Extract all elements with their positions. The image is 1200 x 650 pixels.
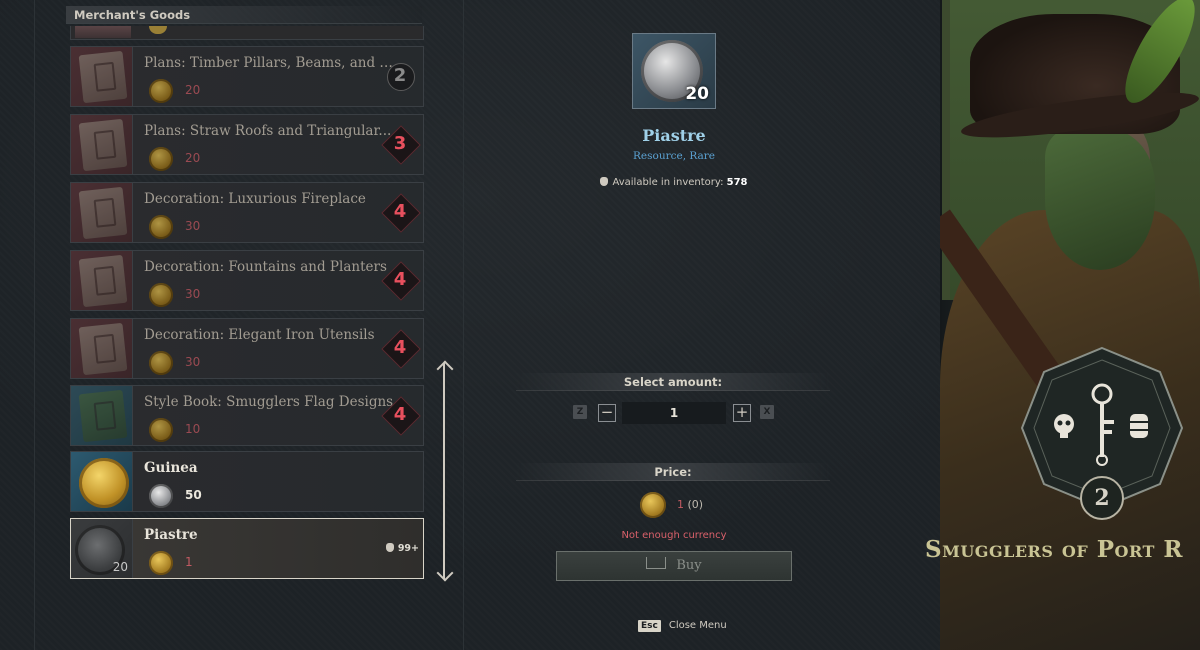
buy-label: Buy bbox=[676, 558, 702, 573]
gold-coin-icon bbox=[149, 551, 173, 575]
cost-text: 1 (0) bbox=[677, 498, 703, 511]
detail-icon-count: 20 bbox=[685, 84, 709, 104]
list-item[interactable]: Plans: Timber Pillars, Beams, and F... 2… bbox=[70, 46, 424, 107]
list-item[interactable]: Style Book: Smugglers Flag Designs 10 4 bbox=[70, 385, 424, 446]
increase-button[interactable]: + bbox=[733, 404, 751, 422]
scrollbar[interactable] bbox=[443, 363, 445, 579]
esc-key: Esc bbox=[638, 620, 661, 632]
rank-badge: 3 bbox=[385, 129, 415, 159]
rank-badge: 2 bbox=[385, 61, 415, 91]
cost-value: 1 bbox=[677, 498, 684, 511]
list-item[interactable]: Plans: Straw Roofs and Triangular... 20 … bbox=[70, 114, 424, 175]
silver-coin-icon bbox=[149, 484, 173, 508]
item-name: Guinea bbox=[144, 460, 198, 476]
item-price: 50 bbox=[185, 488, 202, 502]
decrease-button[interactable]: − bbox=[598, 404, 616, 422]
amount-input[interactable]: 1 bbox=[622, 402, 726, 424]
item-thumbnail bbox=[71, 115, 133, 174]
inventory-value: 578 bbox=[726, 177, 748, 188]
gold-coin-icon bbox=[149, 351, 173, 375]
list-item-partial[interactable] bbox=[70, 26, 424, 40]
item-thumbnail bbox=[71, 452, 133, 511]
item-name: Plans: Straw Roofs and Triangular... bbox=[144, 123, 392, 139]
rank-badge: 4 bbox=[385, 265, 415, 295]
item-thumbnail: 20 bbox=[71, 519, 133, 578]
gold-coin-icon bbox=[149, 215, 173, 239]
thumbnail-count: 20 bbox=[112, 560, 128, 574]
detail-title: Piastre bbox=[642, 126, 706, 145]
gold-coin-icon bbox=[149, 79, 173, 103]
warning-text: Not enough currency bbox=[621, 530, 727, 541]
item-price: 10 bbox=[185, 422, 201, 436]
item-price: 20 bbox=[185, 83, 201, 97]
close-menu-hint[interactable]: Esc Close Menu bbox=[638, 620, 727, 632]
bag-icon bbox=[600, 177, 609, 186]
decrease-keybind: Z bbox=[573, 405, 587, 419]
item-name: Decoration: Fountains and Planters bbox=[144, 259, 387, 275]
decoration-icon bbox=[78, 254, 128, 308]
portrait-mask bbox=[1045, 130, 1155, 270]
item-name: Plans: Timber Pillars, Beams, and F... bbox=[144, 55, 394, 71]
list-item-selected[interactable]: 20 Piastre 1 99+ bbox=[70, 518, 424, 579]
owned-value: (0) bbox=[687, 498, 704, 511]
bag-icon bbox=[385, 543, 394, 552]
item-thumbnail bbox=[71, 319, 133, 378]
barrel-icon bbox=[1130, 414, 1148, 438]
inventory-line: Available in inventory: 578 bbox=[540, 177, 808, 188]
item-thumbnail bbox=[75, 26, 131, 38]
item-thumbnail bbox=[71, 251, 133, 310]
item-price: 30 bbox=[185, 355, 201, 369]
list-item[interactable]: Decoration: Fountains and Planters 30 4 bbox=[70, 250, 424, 311]
rank-badge: 4 bbox=[385, 400, 415, 430]
item-name: Style Book: Smugglers Flag Designs bbox=[144, 394, 394, 410]
buy-button[interactable]: Buy bbox=[556, 551, 792, 581]
decoration-icon bbox=[78, 322, 128, 376]
guinea-coin-icon bbox=[79, 458, 129, 508]
decoration-icon bbox=[78, 186, 128, 240]
gold-coin-icon bbox=[149, 418, 173, 442]
stock-indicator: 99+ bbox=[385, 543, 419, 554]
shop-header: Merchant's Goods bbox=[66, 6, 422, 24]
increase-keybind: X bbox=[760, 405, 774, 419]
item-price: 20 bbox=[185, 151, 201, 165]
item-thumbnail bbox=[71, 183, 133, 242]
item-price: 1 bbox=[185, 555, 193, 569]
flag-book-icon bbox=[78, 389, 128, 443]
inventory-label: Available in inventory: bbox=[612, 177, 724, 188]
rank-badge: 4 bbox=[385, 333, 415, 363]
stock-value: 99+ bbox=[397, 543, 419, 554]
plans-icon bbox=[78, 50, 128, 104]
item-name: Piastre bbox=[144, 527, 198, 543]
amount-header: Select amount: bbox=[516, 373, 830, 391]
detail-item-icon: 20 bbox=[632, 33, 716, 109]
gold-coin-icon bbox=[640, 492, 666, 518]
item-thumbnail bbox=[71, 386, 133, 445]
item-thumbnail bbox=[71, 47, 133, 106]
faction-name: Smugglers of Port R bbox=[925, 536, 1183, 563]
item-name: Decoration: Luxurious Fireplace bbox=[144, 191, 366, 207]
rank-badge: 4 bbox=[385, 197, 415, 227]
item-name: Decoration: Elegant Iron Utensils bbox=[144, 327, 375, 343]
faction-level-badge: 2 bbox=[1080, 476, 1124, 520]
price-header: Price: bbox=[516, 463, 830, 481]
list-item[interactable]: Decoration: Luxurious Fireplace 30 4 bbox=[70, 182, 424, 243]
plans-icon bbox=[78, 118, 128, 172]
gold-coin-icon bbox=[149, 26, 167, 34]
list-item[interactable]: Decoration: Elegant Iron Utensils 30 4 bbox=[70, 318, 424, 379]
item-price: 30 bbox=[185, 287, 201, 301]
detail-subtitle: Resource, Rare bbox=[632, 150, 716, 162]
spacebar-key-icon bbox=[646, 557, 667, 569]
item-price: 30 bbox=[185, 219, 201, 233]
close-menu-label: Close Menu bbox=[668, 620, 727, 631]
gold-coin-icon bbox=[149, 283, 173, 307]
gold-coin-icon bbox=[149, 147, 173, 171]
list-item[interactable]: Guinea 50 bbox=[70, 451, 424, 512]
